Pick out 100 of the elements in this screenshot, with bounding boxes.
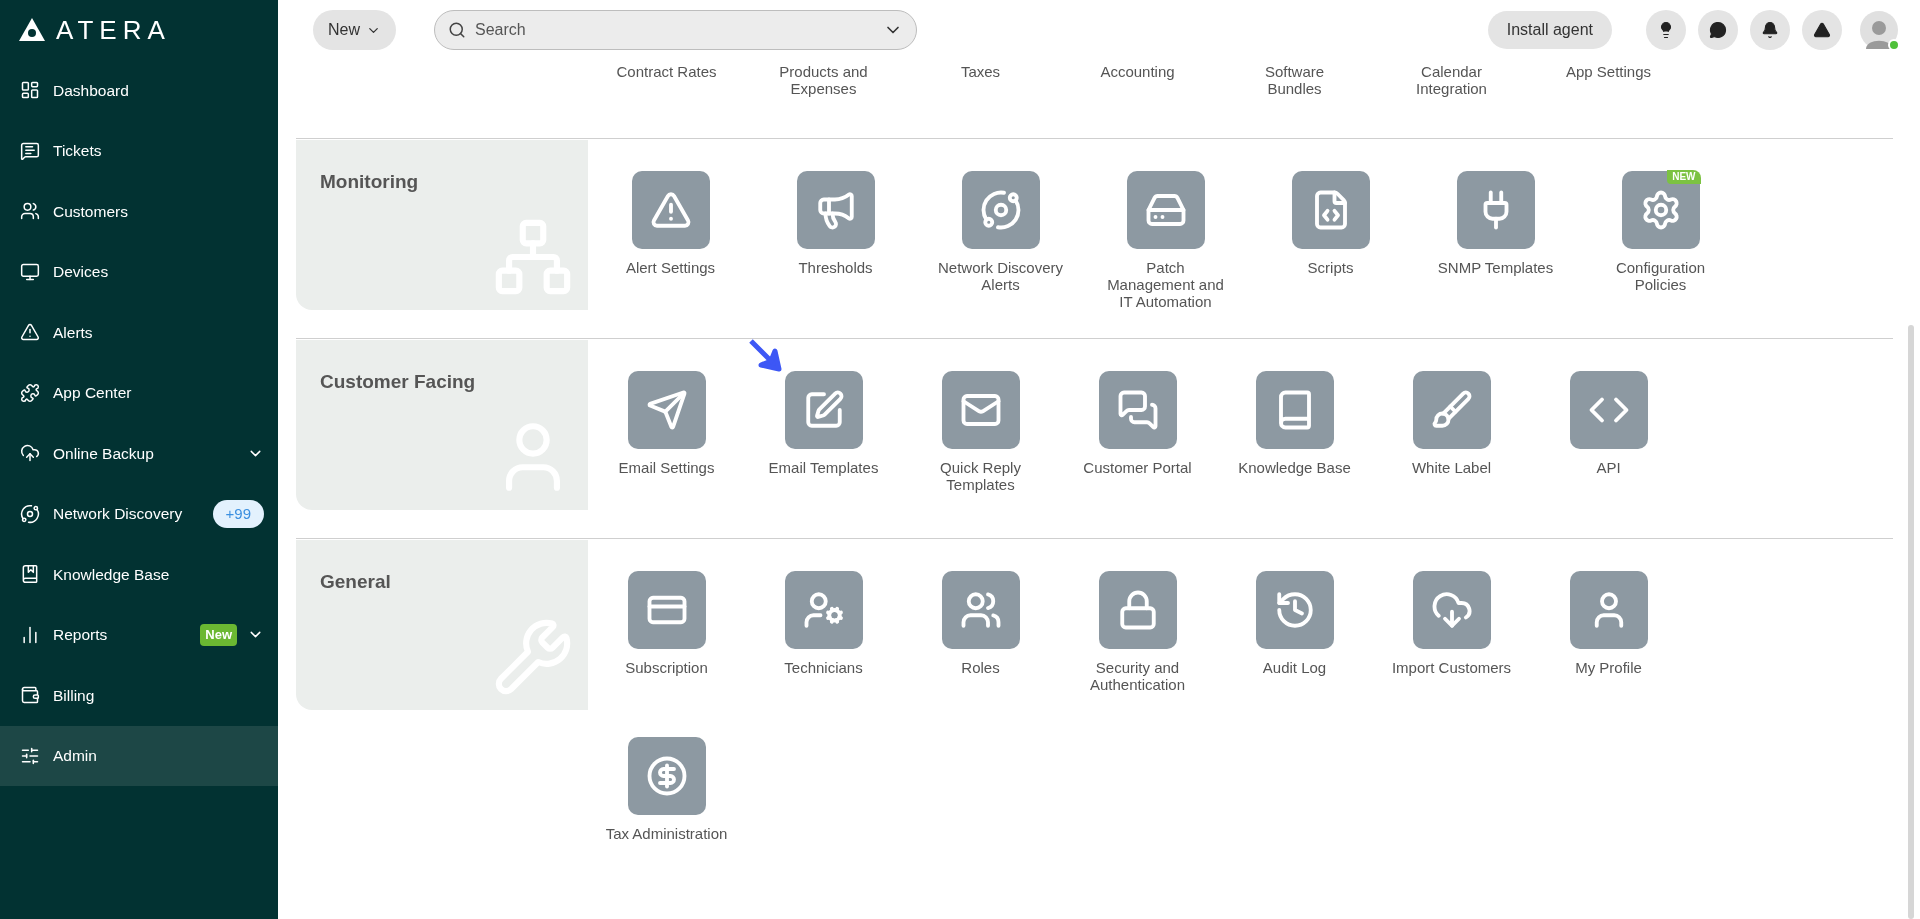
sidebar-item[interactable]: Knowledge Base (0, 544, 278, 605)
tile-label[interactable]: API (1592, 459, 1625, 476)
sidebar-item[interactable]: Devices (0, 241, 278, 302)
tile-button[interactable] (784, 371, 863, 449)
bar-chart-icon (20, 624, 40, 645)
cloud-upload-icon (20, 443, 40, 464)
network-icon (20, 503, 40, 524)
toolbar-button[interactable] (1646, 10, 1686, 50)
toolbar-button[interactable] (1750, 10, 1790, 50)
tile-label[interactable]: SNMP Templates (1433, 259, 1558, 276)
new-badge: NEW (1667, 170, 1701, 184)
tile-button[interactable] (1412, 371, 1491, 449)
sidebar-item[interactable]: Online Backup (0, 423, 278, 484)
sidebar-label: Tickets (53, 141, 102, 162)
sidebar-item[interactable]: Reports New (0, 604, 278, 665)
search-field[interactable]: Search (434, 10, 917, 50)
admin-link[interactable]: Software Bundles (1216, 63, 1373, 138)
admin-link[interactable]: Accounting (1059, 63, 1216, 138)
sidebar-item[interactable]: Network Discovery +99 (0, 483, 278, 544)
sliders-icon (20, 745, 40, 766)
tile-button[interactable] (784, 571, 863, 649)
users-icon (20, 201, 40, 222)
new-button[interactable]: New (313, 10, 396, 50)
tile-label[interactable]: Subscription (621, 659, 712, 676)
toolbar-button[interactable] (1698, 10, 1738, 50)
section-title: General (320, 571, 391, 592)
search-icon (448, 21, 466, 39)
warning-icon (20, 322, 40, 343)
sidebar-label: Devices (53, 262, 109, 283)
tile-button[interactable] (1255, 571, 1334, 649)
tile-button[interactable] (1456, 171, 1535, 249)
tile-label[interactable]: Knowledge Base (1234, 459, 1355, 476)
tile-label[interactable]: Patch Management and IT Automation (1096, 259, 1235, 310)
sidebar-item[interactable]: Customers (0, 181, 278, 242)
tile-button[interactable] (961, 171, 1040, 249)
tile-button[interactable] (1126, 171, 1205, 249)
tile-label[interactable]: My Profile (1571, 659, 1646, 676)
sidebar-item[interactable]: Admin (0, 725, 278, 786)
monitor-icon (20, 261, 40, 282)
tile-label[interactable]: Configuration Policies (1591, 259, 1730, 293)
install-agent-button[interactable]: Install agent (1487, 11, 1612, 49)
tile-button[interactable] (627, 737, 706, 815)
tile-label[interactable]: Roles (957, 659, 1004, 676)
warning-icon (649, 189, 692, 231)
sidebar-item[interactable]: Billing (0, 665, 278, 726)
tile-button[interactable] (941, 371, 1020, 449)
user-avatar[interactable] (1860, 11, 1898, 49)
section-title: Customer Facing (320, 371, 476, 392)
sidebar-label: Knowledge Base (53, 564, 170, 585)
tile-label[interactable]: Security and Authentication (1068, 659, 1207, 693)
count-badge: +99 (212, 499, 264, 528)
admin-link[interactable]: Calendar Integration (1373, 63, 1530, 138)
tile-button[interactable] (796, 171, 875, 249)
tile-button[interactable] (627, 571, 706, 649)
tile-label[interactable]: Audit Log (1258, 659, 1331, 676)
chat-icon (1116, 389, 1159, 431)
tile-button[interactable] (1621, 171, 1700, 249)
tile-button[interactable] (1412, 571, 1491, 649)
tile-button[interactable] (627, 371, 706, 449)
admin-link[interactable]: Products and Expenses (745, 63, 902, 138)
admin-link[interactable]: Contract Rates (588, 63, 745, 138)
tile-label[interactable]: Technicians (780, 659, 867, 676)
tile-label[interactable]: White Label (1407, 459, 1496, 476)
tile-button[interactable] (1569, 571, 1648, 649)
tile-button[interactable] (1569, 371, 1648, 449)
sidebar-label: Online Backup (53, 443, 154, 464)
tile-label[interactable]: Email Settings (614, 459, 719, 476)
warning-icon (1813, 21, 1831, 39)
sidebar-label: Billing (53, 685, 95, 706)
sidebar-item[interactable]: Alerts (0, 302, 278, 363)
tile-label[interactable]: Thresholds (794, 259, 877, 276)
sidebar-item[interactable]: Tickets (0, 120, 278, 181)
sidebar-label: Reports (53, 625, 108, 646)
tile-label[interactable]: Alert Settings (621, 259, 720, 276)
sidebar-label: Alerts (53, 322, 93, 343)
sidebar-item[interactable]: Dashboard (0, 60, 278, 121)
tile-label[interactable]: Network Discovery Alerts (931, 259, 1070, 293)
brand-name: ATERA (56, 13, 171, 47)
logo-icon (18, 17, 46, 43)
tile-button[interactable] (631, 171, 710, 249)
tile-label[interactable]: Email Templates (764, 459, 883, 476)
toolbar-button[interactable] (1802, 10, 1842, 50)
new-badge: New (200, 624, 237, 646)
sidebar-label: Dashboard (53, 80, 129, 101)
tile-label[interactable]: Scripts (1303, 259, 1358, 276)
tile-button[interactable] (1255, 371, 1334, 449)
sidebar-item[interactable]: App Center (0, 362, 278, 423)
tile-button[interactable] (1098, 571, 1177, 649)
section-title: Monitoring (320, 171, 419, 192)
admin-link[interactable]: Taxes (902, 63, 1059, 138)
tile-label[interactable]: Quick Reply Templates (911, 459, 1050, 493)
scrollbar[interactable] (1908, 325, 1914, 919)
admin-link[interactable]: App Settings (1530, 63, 1687, 138)
tile-label[interactable]: Customer Portal (1079, 459, 1196, 476)
tile-button[interactable] (1098, 371, 1177, 449)
paper-plane-icon (645, 389, 688, 431)
tile-button[interactable] (941, 571, 1020, 649)
tile-button[interactable] (1291, 171, 1370, 249)
tile-label[interactable]: Tax Administration (601, 825, 732, 842)
tile-label[interactable]: Import Customers (1387, 659, 1516, 676)
